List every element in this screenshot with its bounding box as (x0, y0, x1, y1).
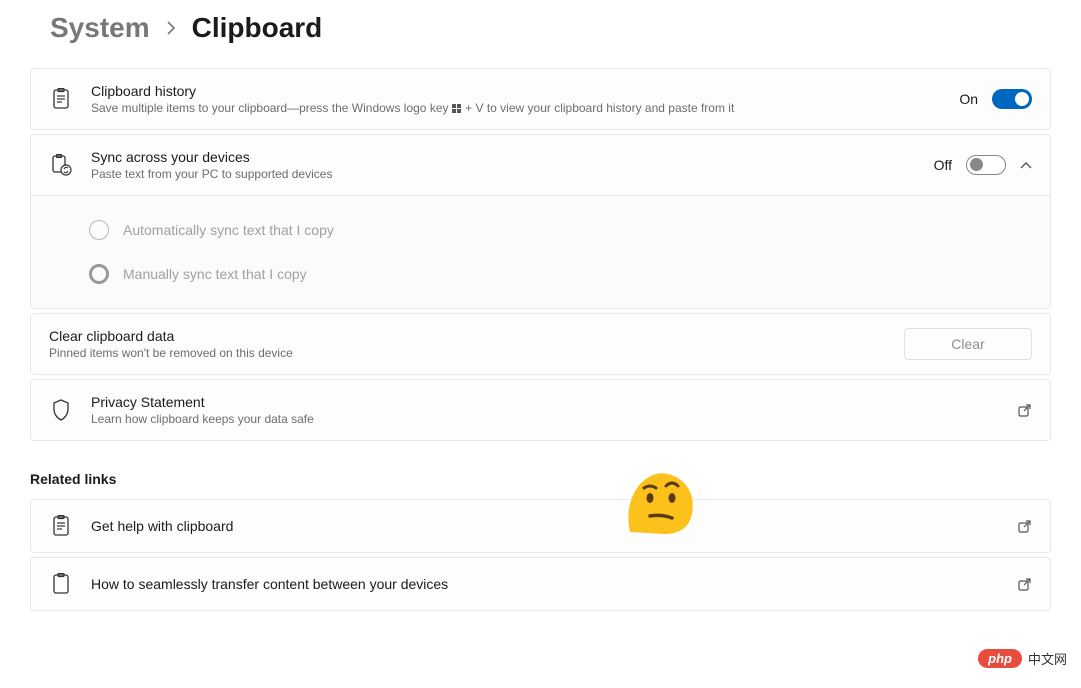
external-link-icon (1016, 576, 1032, 592)
card-clipboard-history: Clipboard history Save multiple items to… (30, 68, 1051, 130)
card-desc: Pinned items won't be removed on this de… (49, 346, 886, 360)
chevron-up-icon[interactable] (1020, 161, 1032, 169)
external-link-icon (1016, 402, 1032, 418)
radio-label: Manually sync text that I copy (123, 266, 307, 282)
external-link-icon (1016, 518, 1032, 534)
shield-icon (49, 398, 73, 422)
radio-label: Automatically sync text that I copy (123, 222, 334, 238)
watermark-site: 中文网 (1028, 649, 1067, 668)
breadcrumb-current: Clipboard (192, 12, 323, 44)
clear-button[interactable]: Clear (904, 328, 1032, 360)
clipboard-sync-icon (49, 153, 73, 177)
card-title: Sync across your devices (91, 149, 916, 165)
related-links-heading: Related links (30, 445, 1051, 499)
toggle-state-label: On (959, 91, 978, 107)
breadcrumb-parent[interactable]: System (50, 12, 150, 44)
card-seamless-transfer[interactable]: How to seamlessly transfer content betwe… (30, 557, 1051, 611)
breadcrumb: System Clipboard (30, 0, 1051, 68)
card-desc: Save multiple items to your clipboard—pr… (91, 101, 941, 115)
card-title: Privacy Statement (91, 394, 998, 410)
chevron-right-icon (166, 21, 176, 35)
card-sync-devices[interactable]: Sync across your devices Paste text from… (30, 134, 1051, 196)
card-clear-data: Clear clipboard data Pinned items won't … (30, 313, 1051, 375)
watermark: php 中文网 (978, 649, 1067, 668)
card-title: How to seamlessly transfer content betwe… (91, 576, 998, 592)
radio-manual-sync[interactable]: Manually sync text that I copy (89, 252, 1032, 296)
radio-auto-sync[interactable]: Automatically sync text that I copy (89, 208, 1032, 252)
card-get-help[interactable]: Get help with clipboard (30, 499, 1051, 553)
clipboard-list-icon (49, 514, 73, 538)
card-desc: Paste text from your PC to supported dev… (91, 167, 916, 181)
sync-options-panel: Automatically sync text that I copy Manu… (30, 196, 1051, 309)
clipboard-icon (49, 572, 73, 596)
card-title: Get help with clipboard (91, 518, 998, 534)
card-title: Clear clipboard data (49, 328, 886, 344)
watermark-brand: php (978, 649, 1022, 668)
card-title: Clipboard history (91, 83, 941, 99)
sync-toggle[interactable] (966, 155, 1006, 175)
card-desc: Learn how clipboard keeps your data safe (91, 412, 998, 426)
card-privacy-statement[interactable]: Privacy Statement Learn how clipboard ke… (30, 379, 1051, 441)
windows-logo-icon (452, 104, 462, 114)
toggle-state-label: Off (934, 157, 952, 173)
radio-icon (89, 220, 109, 240)
clipboard-list-icon (49, 87, 73, 111)
clipboard-history-toggle[interactable] (992, 89, 1032, 109)
radio-icon (89, 264, 109, 284)
